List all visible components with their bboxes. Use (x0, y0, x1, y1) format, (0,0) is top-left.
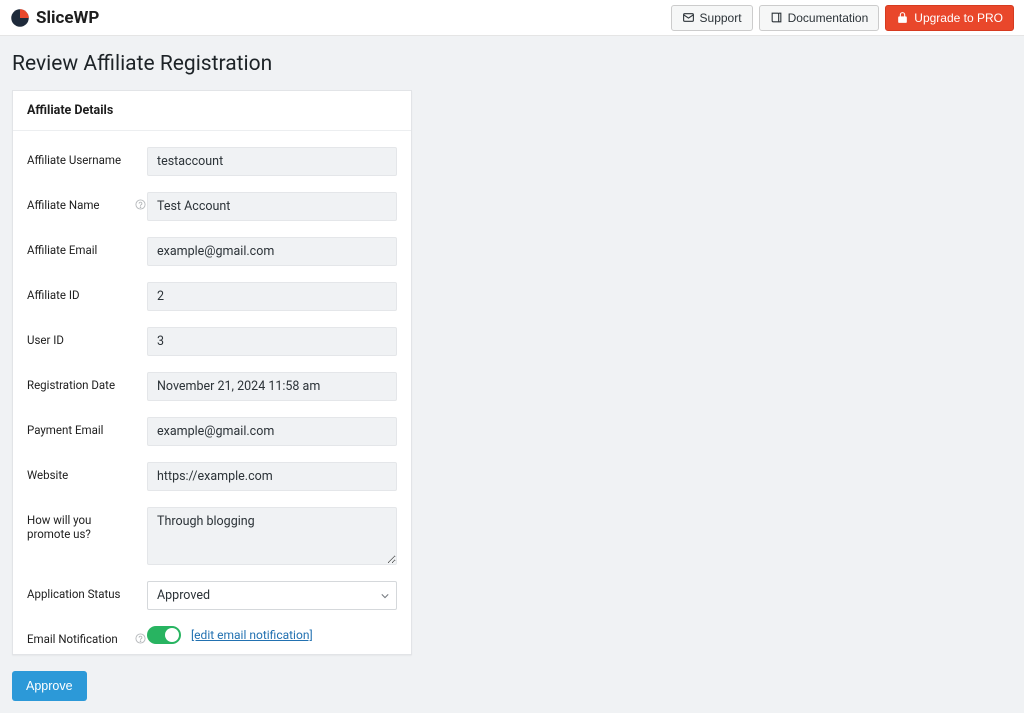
field-website: Website (27, 462, 397, 491)
help-icon[interactable] (135, 192, 147, 210)
label-email-notification: Email Notification (27, 626, 135, 646)
input-email (147, 237, 397, 266)
label-status: Application Status (27, 581, 135, 601)
input-affiliate-id (147, 282, 397, 311)
edit-email-notification-link[interactable]: [edit email notification] (191, 628, 313, 642)
help-icon[interactable] (135, 626, 147, 644)
field-payment-email: Payment Email (27, 417, 397, 446)
label-promote: How will you promote us? (27, 507, 135, 541)
field-promote: How will you promote us? Through bloggin… (27, 507, 397, 565)
textarea-promote: Through blogging (147, 507, 397, 565)
label-registration-date: Registration Date (27, 372, 135, 392)
card-title: Affiliate Details (13, 91, 411, 131)
toggle-knob (165, 628, 179, 642)
mail-icon (682, 11, 695, 24)
approve-button[interactable]: Approve (12, 671, 87, 701)
support-button[interactable]: Support (671, 5, 753, 31)
label-username: Affiliate Username (27, 147, 135, 167)
label-email: Affiliate Email (27, 237, 135, 257)
field-user-id: User ID (27, 327, 397, 356)
field-email: Affiliate Email (27, 237, 397, 266)
field-affiliate-id: Affiliate ID (27, 282, 397, 311)
brand-logo: SliceWP (10, 8, 99, 28)
upgrade-button[interactable]: Upgrade to PRO (885, 5, 1014, 31)
field-email-notification: Email Notification [edit email notificat… (27, 626, 397, 646)
input-payment-email (147, 417, 397, 446)
label-payment-email: Payment Email (27, 417, 135, 437)
label-website: Website (27, 462, 135, 482)
label-name: Affiliate Name (27, 192, 135, 212)
field-name: Affiliate Name (27, 192, 397, 221)
slicewp-logo-icon (10, 8, 30, 28)
input-website (147, 462, 397, 491)
book-icon (770, 11, 783, 24)
input-username (147, 147, 397, 176)
brand-name: SliceWP (36, 8, 99, 28)
page-title: Review Affiliate Registration (12, 52, 1012, 76)
select-status[interactable]: Approved (147, 581, 397, 610)
toggle-email-notification[interactable] (147, 626, 181, 644)
input-name (147, 192, 397, 221)
field-registration-date: Registration Date (27, 372, 397, 401)
affiliate-details-card: Affiliate Details Affiliate Username Aff… (12, 90, 412, 655)
lock-icon (896, 11, 909, 24)
field-username: Affiliate Username (27, 147, 397, 176)
label-user-id: User ID (27, 327, 135, 347)
field-status: Application Status Approved (27, 581, 397, 610)
documentation-button[interactable]: Documentation (759, 5, 880, 31)
input-user-id (147, 327, 397, 356)
top-bar: SliceWP Support Documentation Upgrade to… (0, 0, 1024, 36)
label-affiliate-id: Affiliate ID (27, 282, 135, 302)
input-registration-date (147, 372, 397, 401)
